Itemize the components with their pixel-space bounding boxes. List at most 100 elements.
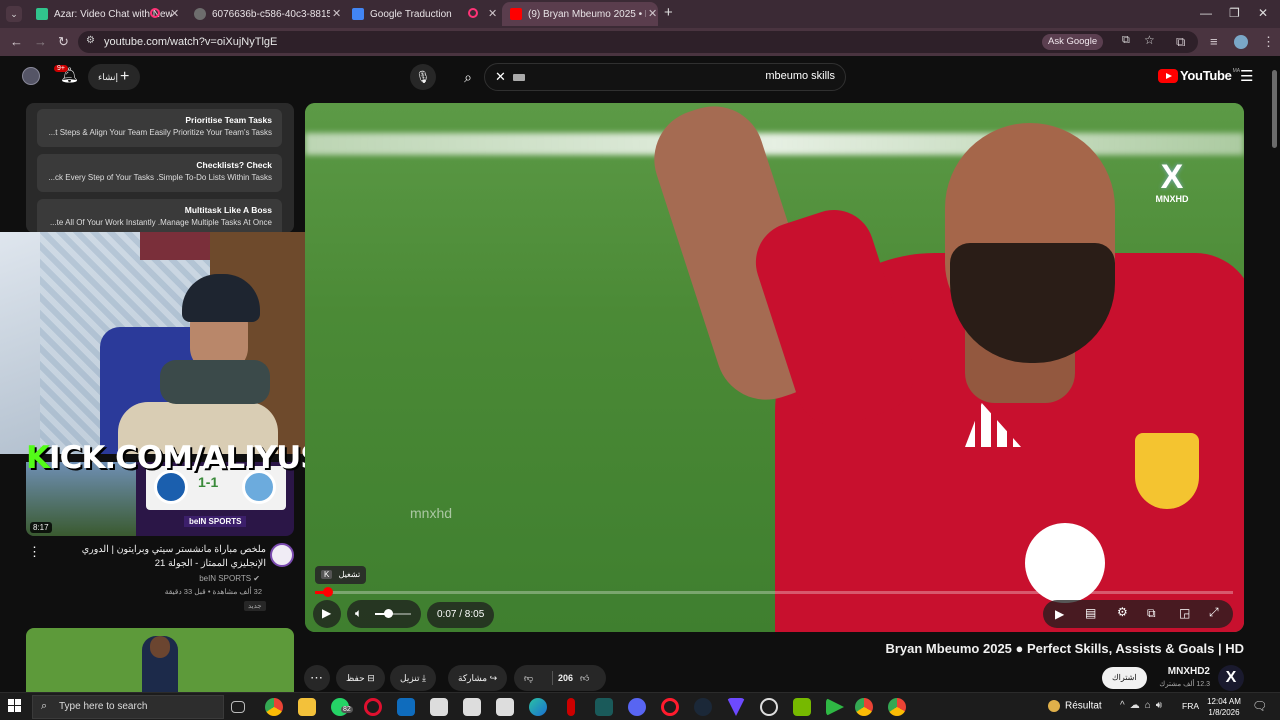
sidebar-video-title[interactable]: ملخص مباراة مانشستر سيتي وبرايتون | الدو…: [44, 543, 266, 571]
tray-icons[interactable]: ^☁⌂🔊︎: [1120, 700, 1167, 711]
address-bar[interactable]: ⚙ youtube.com/watch?v=oiXujNyTlgE Ask Go…: [78, 31, 1198, 53]
chrome-icon[interactable]: [888, 698, 906, 716]
profile-avatar[interactable]: [1234, 35, 1248, 49]
windows-start-icon[interactable]: [8, 699, 22, 713]
dislike-icon[interactable]: 👎︎: [524, 673, 533, 683]
kick-url-text: ICK.COM/ALIYUSE: [49, 440, 343, 476]
channel-avatar[interactable]: [270, 543, 294, 567]
steam-icon[interactable]: [694, 698, 712, 716]
terminal-icon[interactable]: [595, 698, 613, 716]
progress-scrubber-handle[interactable]: [322, 587, 333, 597]
browser-tab-uuid[interactable]: 6076636b-c586-40c3-8815-a33 ✕: [186, 2, 342, 26]
discord-icon[interactable]: [628, 698, 646, 716]
channel-avatar[interactable]: X: [1218, 665, 1244, 691]
promo-subtext: ...ck Every Step of Your Tasks .Simple T…: [48, 173, 272, 182]
voice-search-button[interactable]: 🎙︎: [410, 64, 436, 90]
close-tab-icon[interactable]: ✕: [648, 7, 657, 20]
like-icon[interactable]: 👍︎: [580, 665, 589, 691]
file-explorer-icon[interactable]: [298, 698, 316, 716]
outlook-icon[interactable]: [397, 698, 415, 716]
keyboard-language[interactable]: FRA: [1182, 701, 1199, 711]
video-player[interactable]: X MNXHD mnxhd K تشغيل ▶ 🔈︎ 0:07 / 8:05 ▶…: [305, 103, 1244, 632]
restore-window-button[interactable]: ❐: [1229, 6, 1240, 20]
download-button[interactable]: تنزيل ⤓: [390, 665, 437, 691]
bookmark-star-icon[interactable]: ☆: [1144, 33, 1155, 47]
fullscreen-icon[interactable]: ⤢: [1209, 605, 1219, 620]
close-tab-icon[interactable]: ✕: [170, 7, 179, 20]
taskbar-clock[interactable]: 12:04 AM 1/8/2026: [1206, 696, 1242, 718]
close-tab-icon[interactable]: ✕: [332, 7, 341, 20]
task-view-icon[interactable]: [231, 701, 245, 713]
play-button[interactable]: ▶: [313, 600, 341, 628]
page-scrollbar[interactable]: [1270, 62, 1278, 692]
autoplay-toggle-icon[interactable]: ▶: [1055, 607, 1064, 621]
browser-tab-strip: ⌄ Azar: Video Chat with New ✕ 6076636b-c…: [0, 0, 1280, 28]
opera-gx-icon[interactable]: [661, 698, 679, 716]
channel-name[interactable]: MNXHD2: [1150, 666, 1210, 677]
promo-card[interactable]: Checklists? Check ...ck Every Step of Yo…: [37, 154, 282, 192]
keyboard-icon[interactable]: [513, 74, 525, 81]
search-input[interactable]: ✕ mbeumo skills: [484, 63, 846, 91]
subtitles-icon[interactable]: ▤: [1085, 606, 1096, 620]
reload-icon[interactable]: ↻: [58, 34, 69, 50]
notification-center-icon[interactable]: 🗨︎: [1252, 699, 1267, 713]
share-button[interactable]: مشاركة ↪: [448, 665, 508, 691]
weather-widget[interactable]: Résultat: [1048, 700, 1102, 712]
sidebar-video-channel[interactable]: beIN SPORTS ✔: [150, 574, 260, 583]
video-progress-bar[interactable]: [315, 587, 1233, 597]
app-icon[interactable]: [496, 698, 514, 716]
close-tab-icon[interactable]: ✕: [488, 7, 497, 20]
app-icon[interactable]: [430, 698, 448, 716]
account-avatar[interactable]: [22, 67, 40, 85]
browser-tab-azar[interactable]: Azar: Video Chat with New ✕: [28, 2, 180, 26]
clear-search-icon[interactable]: ✕: [495, 69, 506, 85]
settings-gear-icon[interactable]: ⚙: [1117, 605, 1128, 619]
volume-slider-handle[interactable]: [383, 609, 393, 618]
site-info-icon[interactable]: ⚙: [86, 35, 95, 46]
chrome-icon[interactable]: [265, 698, 283, 716]
more-actions-button[interactable]: ⋯: [304, 665, 330, 691]
app-icon[interactable]: [760, 698, 778, 716]
tab-search-dropdown[interactable]: ⌄: [6, 6, 22, 22]
new-tab-button[interactable]: +: [664, 4, 673, 21]
ask-google-button[interactable]: Ask Google: [1042, 34, 1104, 50]
hamburger-menu-icon[interactable]: ☰: [1240, 67, 1253, 85]
install-app-icon[interactable]: ⧉: [1122, 34, 1130, 47]
create-button[interactable]: إنشاء +: [88, 64, 140, 90]
cast-icon[interactable]: ◲: [1179, 606, 1190, 620]
url-text[interactable]: youtube.com/watch?v=oiXujNyTlgE: [104, 36, 277, 48]
time-display: 0:07 / 8:05: [427, 602, 495, 628]
edge-icon[interactable]: [529, 698, 547, 716]
save-button[interactable]: حفظ ⊟: [336, 665, 385, 691]
volume-control[interactable]: 🔈︎: [347, 600, 421, 628]
proton-vpn-icon[interactable]: [727, 698, 745, 716]
extensions-icon[interactable]: ⧉: [1176, 34, 1185, 50]
close-window-button[interactable]: ✕: [1258, 6, 1268, 20]
subscribe-button[interactable]: اشتراك: [1102, 667, 1147, 689]
youtube-logo[interactable]: YouTube MA: [1158, 68, 1240, 83]
browser-tab-youtube[interactable]: (9) Bryan Mbeumo 2025 • Perf ✕: [502, 2, 658, 26]
plus-icon: +: [120, 68, 130, 85]
minimize-window-button[interactable]: —: [1200, 6, 1212, 20]
scrollbar-thumb[interactable]: [1272, 70, 1277, 148]
reading-list-icon[interactable]: ≡: [1210, 34, 1218, 49]
channel-watermark-logo: X MNXHD: [1147, 160, 1197, 204]
video-options-icon[interactable]: ⋮: [28, 544, 41, 560]
volume-icon[interactable]: 🔈︎: [355, 606, 362, 621]
media-player-icon[interactable]: [826, 698, 844, 716]
taskbar-search-box[interactable]: ⌕ Type here to search: [32, 695, 224, 719]
search-button[interactable]: ⌕: [450, 63, 486, 91]
back-arrow-icon[interactable]: ←: [10, 34, 23, 49]
app-icon[interactable]: [463, 698, 481, 716]
miniplayer-icon[interactable]: ⧉: [1147, 606, 1156, 621]
forward-arrow-icon[interactable]: →: [34, 34, 47, 49]
video-thumbnail[interactable]: [26, 628, 294, 692]
opera-icon[interactable]: [364, 698, 382, 716]
nvidia-icon[interactable]: [793, 698, 811, 716]
promo-card[interactable]: Prioritise Team Tasks ...t Steps & Align…: [37, 109, 282, 147]
bein-sports-logo: beIN SPORTS: [184, 516, 247, 527]
browser-menu-icon[interactable]: ⋮: [1262, 34, 1275, 50]
browser-tab-google-translate[interactable]: Google Traduction ✕: [344, 2, 497, 26]
app-icon[interactable]: [567, 698, 575, 716]
chrome-icon[interactable]: [855, 698, 873, 716]
